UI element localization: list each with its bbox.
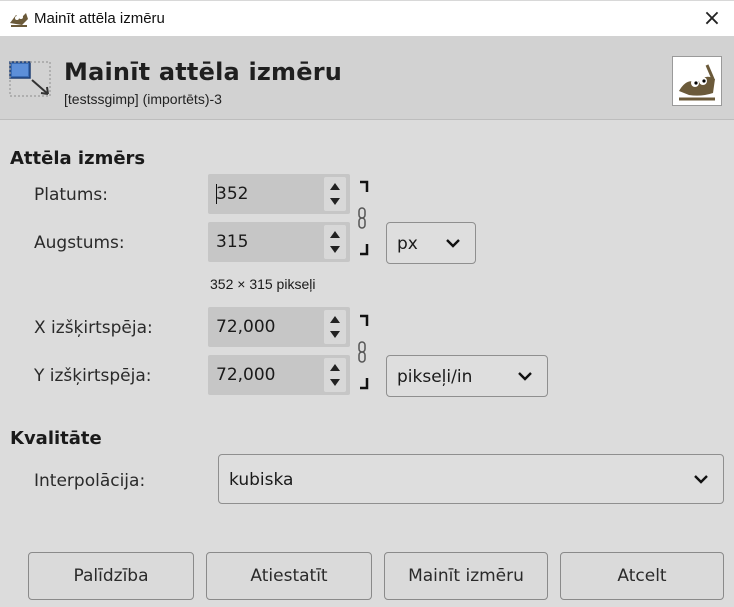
cancel-button[interactable]: Atcelt — [560, 552, 724, 600]
y-resolution-spin-buttons[interactable] — [324, 358, 346, 392]
y-resolution-label: Y izšķirtspēja: — [34, 366, 152, 386]
dialog-header: Mainīt attēla izmēru [testssgimp] (impor… — [0, 36, 734, 120]
spin-up-arrow-icon[interactable] — [330, 316, 340, 323]
x-resolution-spin-buttons[interactable] — [324, 310, 346, 344]
chain-link-icon[interactable] — [356, 310, 378, 394]
height-label: Augstums: — [34, 233, 125, 253]
help-button[interactable]: Palīdzība — [28, 552, 194, 600]
scale-image-icon — [9, 61, 51, 97]
height-value: 315 — [216, 232, 249, 252]
image-size-section-label: Attēla izmērs — [10, 148, 146, 169]
y-resolution-spinbox[interactable]: 72,000 — [208, 355, 350, 395]
gimp-wilber-icon — [10, 13, 28, 27]
quality-section-label: Kvalitāte — [10, 428, 102, 449]
reset-button[interactable]: Atiestatīt — [206, 552, 372, 600]
chevron-down-icon — [446, 239, 460, 248]
spin-up-arrow-icon[interactable] — [330, 183, 340, 190]
resolution-unit-combo[interactable]: pikseļi/in — [386, 355, 548, 397]
width-label: Platums: — [34, 185, 108, 205]
scale-button[interactable]: Mainīt izmēru — [384, 552, 548, 600]
window-title: Mainīt attēla izmēru — [34, 10, 165, 27]
spin-down-arrow-icon[interactable] — [330, 198, 340, 205]
spin-down-arrow-icon[interactable] — [330, 379, 340, 386]
x-resolution-label: X izšķirtspēja: — [34, 318, 153, 338]
resolution-unit-value: pikseļi/in — [397, 367, 473, 387]
width-value: 352 — [216, 184, 249, 204]
size-unit-value: px — [397, 234, 418, 254]
x-resolution-spinbox[interactable]: 72,000 — [208, 307, 350, 347]
interpolation-combo[interactable]: kubiska — [218, 454, 724, 504]
interpolation-value: kubiska — [229, 470, 294, 490]
width-spinbox[interactable]: 352 — [208, 174, 350, 214]
interpolation-label: Interpolācija: — [34, 471, 146, 491]
size-unit-combo[interactable]: px — [386, 222, 476, 264]
close-icon[interactable]: × — [698, 5, 726, 33]
spin-up-arrow-icon[interactable] — [330, 364, 340, 371]
scale-image-dialog: Mainīt attēla izmēru [testssgimp] (impor… — [0, 36, 734, 607]
chevron-down-icon — [694, 475, 708, 484]
spin-up-arrow-icon[interactable] — [330, 231, 340, 238]
width-spin-buttons[interactable] — [324, 177, 346, 211]
window-titlebar: Mainīt attēla izmēru × — [0, 0, 734, 36]
chevron-down-icon — [518, 372, 532, 381]
pixel-size-summary: 352 × 315 pikseļi — [210, 276, 316, 292]
chain-link-icon[interactable] — [356, 176, 378, 260]
height-spinbox[interactable]: 315 — [208, 222, 350, 262]
y-resolution-value: 72,000 — [216, 365, 276, 385]
image-name-subtitle: [testssgimp] (importēts)-3 — [64, 91, 222, 107]
dialog-title: Mainīt attēla izmēru — [64, 58, 343, 86]
spin-down-arrow-icon[interactable] — [330, 246, 340, 253]
x-resolution-value: 72,000 — [216, 317, 276, 337]
spin-down-arrow-icon[interactable] — [330, 331, 340, 338]
gimp-wilber-logo — [672, 56, 722, 106]
height-spin-buttons[interactable] — [324, 225, 346, 259]
